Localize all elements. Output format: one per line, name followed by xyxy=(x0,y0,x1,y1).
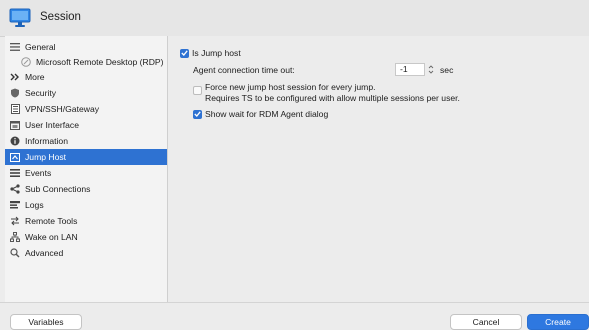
sidebar-item-label: Wake on LAN xyxy=(25,232,78,242)
magnifier-icon xyxy=(9,247,21,259)
monitor-icon xyxy=(9,8,31,30)
force-new-session-line1: Force new jump host session for every ju… xyxy=(205,82,376,92)
sidebar-item-label: Remote Tools xyxy=(25,216,78,226)
is-jump-host-row[interactable]: Is Jump host xyxy=(180,48,241,58)
agent-timeout-label: Agent connection time out: xyxy=(193,65,295,75)
sidebar-item-advanced[interactable]: Advanced xyxy=(5,245,167,261)
cancel-button[interactable]: Cancel xyxy=(450,314,522,330)
show-wait-row[interactable]: Show wait for RDM Agent dialog xyxy=(193,109,328,119)
sidebar-item-vpn[interactable]: VPN/SSH/Gateway xyxy=(5,101,167,117)
window-title: Session xyxy=(40,11,81,23)
variables-button[interactable]: Variables xyxy=(10,314,82,330)
force-new-session-line2: Requires TS to be configured with allow … xyxy=(205,93,460,103)
double-chevron-icon xyxy=(9,71,21,83)
sidebar: General Microsoft Remote Desktop (RDP) M… xyxy=(5,36,168,302)
timeout-stepper[interactable] xyxy=(427,63,435,76)
timeout-unit: sec xyxy=(440,65,454,75)
sidebar-item-more[interactable]: More xyxy=(5,69,167,85)
shield-icon xyxy=(9,87,21,99)
sidebar-item-label: Advanced xyxy=(25,248,64,258)
sidebar-item-label: Security xyxy=(25,88,57,98)
sidebar-item-label: Sub Connections xyxy=(25,184,91,194)
sidebar-item-label: VPN/SSH/Gateway xyxy=(25,104,100,114)
force-new-session-checkbox[interactable] xyxy=(193,86,202,95)
agent-timeout-input[interactable]: -1 xyxy=(395,63,425,76)
sidebar-item-jump-host[interactable]: Jump Host xyxy=(5,149,167,165)
window-header: Session xyxy=(0,0,589,37)
sidebar-item-sub-connections[interactable]: Sub Connections xyxy=(5,181,167,197)
show-wait-checkbox[interactable] xyxy=(193,109,202,119)
sidebar-item-security[interactable]: Security xyxy=(5,85,167,101)
is-jump-host-checkbox[interactable] xyxy=(180,48,189,58)
sidebar-item-events[interactable]: Events xyxy=(5,165,167,181)
sidebar-item-label: Jump Host xyxy=(25,152,67,162)
info-icon xyxy=(9,135,21,147)
is-jump-host-label: Is Jump host xyxy=(192,48,241,58)
sidebar-item-rdp[interactable]: Microsoft Remote Desktop (RDP) xyxy=(5,54,167,70)
sidebar-item-wake-on-lan[interactable]: Wake on LAN xyxy=(5,229,167,245)
sidebar-item-user-interface[interactable]: User Interface xyxy=(5,117,167,133)
logs-icon xyxy=(9,199,21,211)
create-button[interactable]: Create xyxy=(527,314,589,330)
window-icon xyxy=(9,119,21,131)
events-lines-icon xyxy=(9,167,21,179)
sidebar-item-label: User Interface xyxy=(25,120,79,130)
sidebar-item-label: Information xyxy=(25,136,68,146)
sidebar-item-logs[interactable]: Logs xyxy=(5,197,167,213)
sidebar-item-information[interactable]: Information xyxy=(5,133,167,149)
sidebar-item-label: Logs xyxy=(25,200,44,210)
network-icon xyxy=(9,231,21,243)
vpn-document-icon xyxy=(9,103,21,115)
sidebar-item-label: Events xyxy=(25,168,52,178)
sidebar-item-remote-tools[interactable]: Remote Tools xyxy=(5,213,167,229)
footer-divider xyxy=(0,302,589,303)
sidebar-item-general[interactable]: General xyxy=(5,39,167,55)
sidebar-item-label: General xyxy=(25,42,56,52)
share-icon xyxy=(9,183,21,195)
sidebar-item-label: More xyxy=(25,72,45,82)
swap-arrows-icon xyxy=(9,215,21,227)
force-new-session-row[interactable] xyxy=(193,86,202,95)
rdp-circle-icon xyxy=(20,56,32,68)
show-wait-label: Show wait for RDM Agent dialog xyxy=(205,109,329,119)
jump-host-icon xyxy=(9,151,21,163)
jump-host-panel: Is Jump host Agent connection time out: … xyxy=(168,36,589,302)
sidebar-item-label: Microsoft Remote Desktop (RDP) xyxy=(36,57,164,67)
list-lines-icon xyxy=(9,41,21,53)
